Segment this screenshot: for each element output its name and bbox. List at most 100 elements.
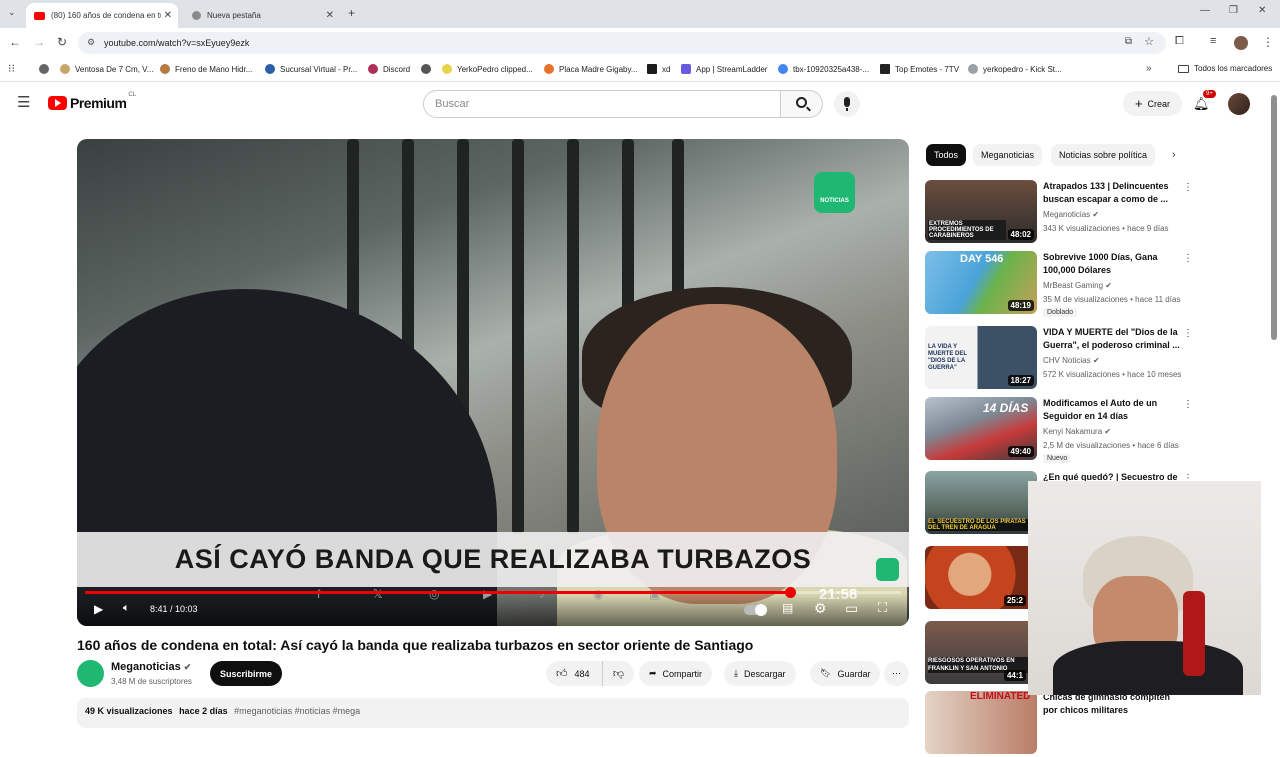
thumbnail-text: 14 DÍAS <box>983 401 1029 415</box>
bookmark-favicon-icon <box>160 64 170 74</box>
tab-new-tab[interactable]: Nueva pestaña ✕ <box>184 3 340 28</box>
bookmark-item[interactable]: YerkoPedro clipped... <box>442 64 533 74</box>
related-video[interactable]: 14 DÍAS 49:40 Modificamos el Auto de un … <box>925 397 1265 463</box>
webcam-microphone <box>1183 591 1205 676</box>
webcam-overlay <box>1028 481 1261 695</box>
page-scrollbar[interactable] <box>1271 95 1277 340</box>
video-thumbnail[interactable]: EL SECUESTRO DE LOS PIRATAS DEL TREN DE … <box>925 471 1037 534</box>
install-icon[interactable]: ⧉ <box>1125 36 1132 47</box>
related-video[interactable]: EXTREMOS PROCEDIMIENTOS DE CARABINEROS 4… <box>925 180 1265 246</box>
theater-mode-icon[interactable]: ▭ <box>845 600 858 617</box>
related-video[interactable]: LA VIDA Y MUERTE DEL "DIOS DE LA GUERRA"… <box>925 326 1265 392</box>
profile-avatar[interactable] <box>1234 36 1248 50</box>
bookmark-item[interactable]: yerkopedro - Kick St... <box>968 64 1062 74</box>
video-thumbnail[interactable]: DAY 546 48:19 <box>925 251 1037 314</box>
new-tab-button[interactable]: + <box>348 6 355 20</box>
browser-menu-icon[interactable]: ⋮ <box>1262 35 1274 49</box>
channel-avatar[interactable] <box>77 660 104 687</box>
bookmark-item[interactable]: Top Emotes - 7TV <box>880 64 959 74</box>
tab-youtube[interactable]: (80) 160 años de condena en tu ✕ <box>26 3 178 28</box>
close-window-icon[interactable]: ✕ <box>1258 5 1266 16</box>
like-dislike-group: 👍︎ 484 👎︎ <box>546 661 634 686</box>
kebab-menu-icon[interactable]: ⋮ <box>1183 399 1193 410</box>
reload-icon[interactable]: ↻ <box>57 35 67 49</box>
autoplay-toggle[interactable] <box>744 604 767 616</box>
related-video[interactable]: ELIMINATED Chicas de gimnasio compiten p… <box>925 691 1265 757</box>
kebab-menu-icon[interactable]: ⋮ <box>1183 182 1193 193</box>
save-button[interactable]: 🔖︎ Guardar <box>810 661 881 686</box>
video-thumbnail[interactable]: 25:2 <box>925 546 1037 609</box>
bookmark-item[interactable]: Placa Madre Gigaby... <box>544 64 638 74</box>
bookmark-item[interactable]: Freno de Mano Hidr... <box>160 64 252 74</box>
channel-label: Kenyi Nakamura <box>1043 427 1103 436</box>
search-button[interactable] <box>780 90 823 118</box>
back-icon[interactable]: ← <box>9 35 21 49</box>
play-icon[interactable]: ▶ <box>94 602 103 616</box>
hashtags[interactable]: #meganoticias #noticias #mega <box>234 706 360 716</box>
subscribe-button[interactable]: Suscribirme <box>210 661 282 686</box>
subscriber-count: 3,48 M de suscriptores <box>111 677 192 686</box>
bookmark-item[interactable]: App | StreamLadder <box>681 64 767 74</box>
site-info-icon[interactable]: ⚙ <box>87 37 95 48</box>
related-video-title: VIDA Y MUERTE del "Dios de la Guerra", e… <box>1043 327 1180 350</box>
video-duration: 48:19 <box>1007 300 1034 311</box>
restore-icon[interactable]: ❐ <box>1229 5 1238 16</box>
hamburger-menu-icon[interactable]: ☰ <box>17 93 30 111</box>
settings-gear-icon[interactable]: ⚙ <box>814 600 827 617</box>
bookmark-item[interactable]: xd <box>647 64 670 74</box>
more-bookmarks-icon[interactable]: » <box>1146 63 1152 74</box>
chip-meganoticias[interactable]: Meganoticias <box>973 144 1043 166</box>
bookmark-item[interactable]: Ventosa De 7 Cm, V... <box>60 64 153 74</box>
create-button[interactable]: + Crear <box>1123 91 1182 116</box>
kebab-menu-icon[interactable]: ⋮ <box>1183 253 1193 264</box>
channel-name[interactable]: Meganoticias ✔ <box>111 661 191 673</box>
kebab-menu-icon[interactable]: ⋮ <box>1183 328 1193 339</box>
voice-search-button[interactable] <box>834 91 860 117</box>
bookmark-item[interactable]: tbx-10920325a438-... <box>778 64 869 74</box>
meganoticias-small-logo <box>876 558 899 581</box>
address-bar[interactable]: ⚙ youtube.com/watch?v=sxEyuey9ezk ⧉ ☆ <box>78 32 1166 54</box>
youtube-logo[interactable]: Premium CL <box>48 92 136 111</box>
volume-icon[interactable]: 🔈︎ <box>123 602 130 615</box>
chip-politics[interactable]: Noticias sobre política <box>1051 144 1156 166</box>
fullscreen-icon[interactable]: ⛶ <box>878 600 887 616</box>
search-input[interactable]: Buscar <box>423 90 781 118</box>
forward-icon[interactable]: → <box>33 35 45 49</box>
bookmark-label: Freno de Mano Hidr... <box>175 64 253 74</box>
subtitles-icon[interactable]: ▤ <box>782 601 793 615</box>
extensions-icon[interactable]: ⧠ <box>1175 35 1184 48</box>
close-tab-icon[interactable]: ✕ <box>164 10 172 21</box>
bookmark-star-icon[interactable]: ☆ <box>1144 35 1154 48</box>
video-thumbnail[interactable]: EXTREMOS PROCEDIMIENTOS DE CARABINEROS 4… <box>925 180 1037 243</box>
video-thumbnail[interactable]: RIESGOSOS OPERATIVOS EN FRANKLIN Y SAN A… <box>925 621 1037 684</box>
chip-all[interactable]: Todos <box>926 144 967 166</box>
video-thumbnail[interactable]: 14 DÍAS 49:40 <box>925 397 1037 460</box>
minimize-icon[interactable]: — <box>1200 5 1210 16</box>
bookmark-item[interactable]: Discord <box>368 64 410 74</box>
related-video[interactable]: DAY 546 48:19 Sobrevive 1000 Días, Gana … <box>925 251 1265 317</box>
chevron-right-icon[interactable]: › <box>1172 149 1176 161</box>
youtube-logo-text: Premium <box>70 95 127 111</box>
thumbs-up-icon: 👍︎ <box>556 668 568 680</box>
close-tab-icon[interactable]: ✕ <box>326 10 334 21</box>
tab-search-icon[interactable]: ⌄ <box>8 7 16 18</box>
video-duration: 49:40 <box>1007 446 1034 457</box>
video-thumbnail[interactable]: LA VIDA Y MUERTE DEL "DIOS DE LA GUERRA"… <box>925 326 1037 389</box>
video-thumbnail[interactable]: ELIMINATED <box>925 691 1037 754</box>
apps-icon[interactable]: ⁝⁝ <box>8 62 15 75</box>
download-button[interactable]: ⤓ Descargar <box>724 661 796 686</box>
media-control-icon[interactable]: ≡ <box>1210 35 1216 47</box>
share-button[interactable]: ➦ Compartir <box>639 661 713 686</box>
all-bookmarks[interactable]: Todos los marcadores <box>1178 64 1272 73</box>
related-video-title: Modificamos el Auto de un Seguidor en 14… <box>1043 398 1158 421</box>
dislike-button[interactable]: 👎︎ <box>602 661 634 686</box>
like-button[interactable]: 👍︎ 484 <box>546 661 602 686</box>
video-player[interactable]: NOTICIAS ASÍ CAYÓ BANDA QUE REALIZABA TU… <box>77 139 909 626</box>
bookmark-item[interactable]: Sucursal Virtual - Pr... <box>265 64 357 74</box>
notifications-button[interactable]: 🔔︎ 9+ <box>1193 90 1216 113</box>
bookmark-item[interactable] <box>39 64 54 74</box>
account-avatar[interactable] <box>1228 93 1250 115</box>
more-actions-button[interactable]: ⋯ <box>884 661 909 686</box>
bookmark-item[interactable] <box>421 64 436 74</box>
description-box[interactable]: 49 K visualizaciones hace 2 días #megano… <box>77 698 909 728</box>
